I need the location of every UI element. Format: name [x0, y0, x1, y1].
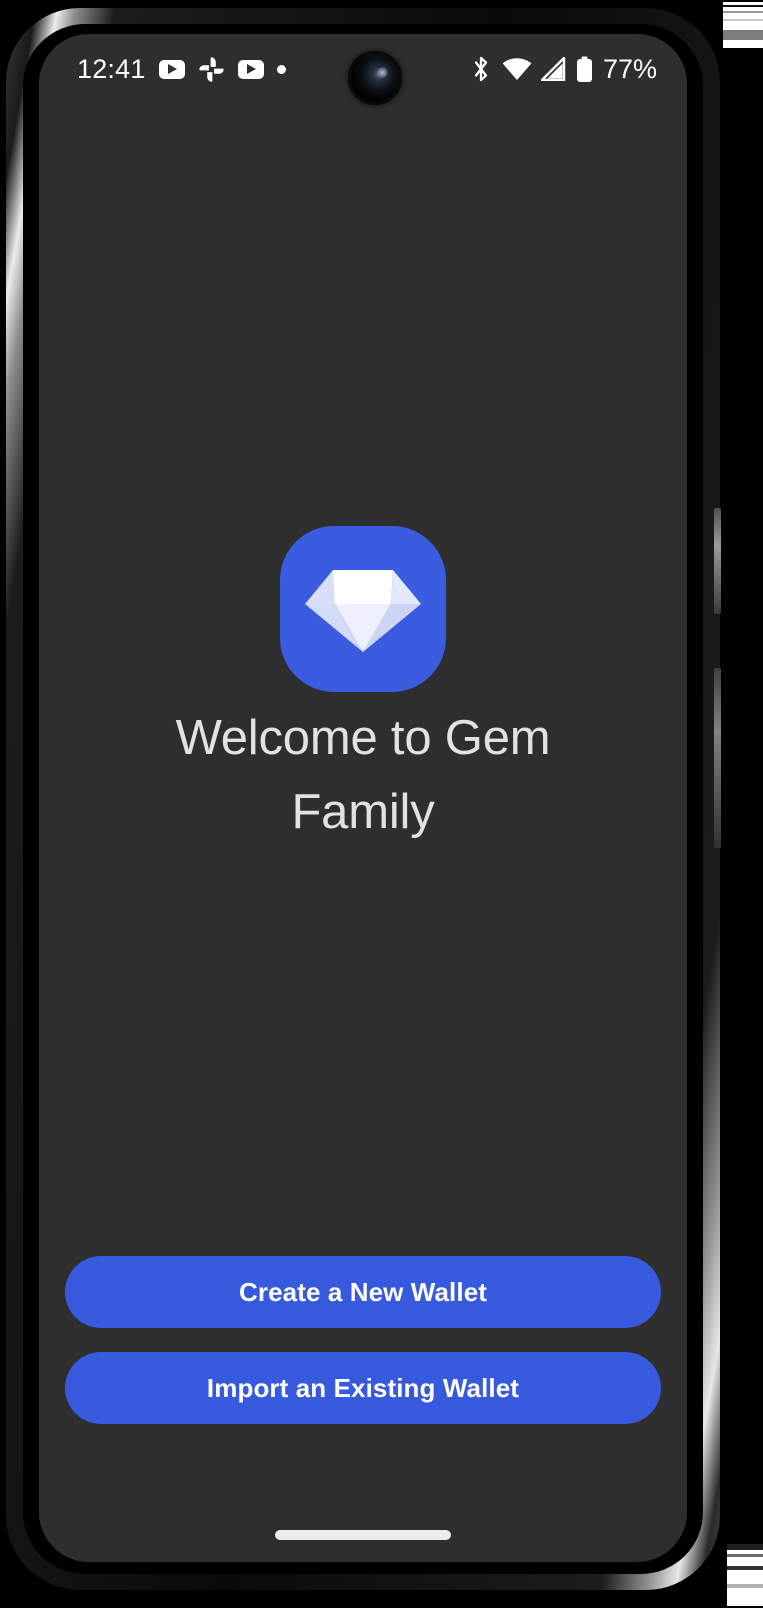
cellular-signal-icon	[540, 57, 567, 81]
battery-percentage-label: 77%	[602, 53, 657, 84]
wifi-icon	[502, 57, 532, 81]
welcome-block: Welcome to Gem Family	[39, 526, 687, 849]
volume-button[interactable]	[714, 668, 721, 848]
battery-icon	[576, 56, 593, 83]
app-content-root: 12:41 77% Welcome to Gem Family Create a…	[39, 34, 687, 1562]
front-camera-icon	[351, 54, 399, 102]
screen-capture-edge-artifact-bottom	[727, 1544, 763, 1606]
app-logo-container	[280, 526, 446, 692]
screen-capture-edge-artifact-top	[723, 2, 763, 48]
google-photos-notification-icon	[198, 56, 225, 83]
home-indicator[interactable]	[275, 1530, 451, 1540]
status-bar-clock: 12:41	[77, 53, 146, 84]
action-buttons-group: Create a New Wallet Import an Existing W…	[65, 1256, 661, 1424]
phone-screen: 12:41 77% Welcome to Gem Family Create a…	[39, 34, 687, 1562]
phone-device-frame: 12:41 77% Welcome to Gem Family Create a…	[6, 8, 721, 1590]
youtube-notification-icon	[158, 59, 185, 79]
youtube-notification-icon-2	[237, 59, 264, 79]
gem-diamond-icon	[305, 570, 421, 652]
bluetooth-icon	[469, 55, 493, 83]
status-bar-left-group: 12:41	[77, 54, 286, 85]
status-bar-right-group: 77%	[469, 54, 657, 85]
more-notifications-dot-icon	[276, 64, 286, 74]
import-existing-wallet-button[interactable]: Import an Existing Wallet	[65, 1352, 661, 1424]
page-title: Welcome to Gem Family	[175, 711, 551, 839]
create-new-wallet-button[interactable]: Create a New Wallet	[65, 1256, 661, 1328]
power-button[interactable]	[714, 508, 721, 614]
